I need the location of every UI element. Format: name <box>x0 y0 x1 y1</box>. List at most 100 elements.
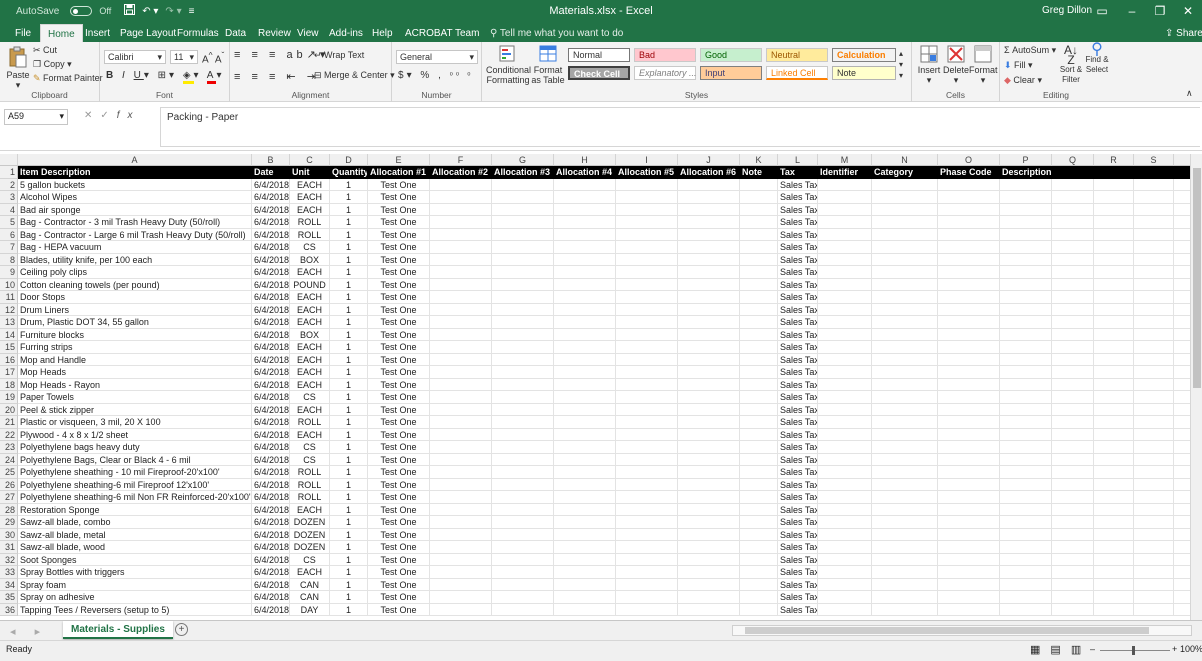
table-cell[interactable]: Peel & stick zipper <box>18 403 252 416</box>
table-cell[interactable]: EACH <box>290 503 330 516</box>
empty-cell[interactable] <box>872 528 938 541</box>
empty-cell[interactable] <box>740 516 778 529</box>
empty-cell[interactable] <box>430 541 492 554</box>
style-normal[interactable]: Normal <box>568 48 630 62</box>
header-cell[interactable]: Description <box>1000 166 1052 179</box>
table-cell[interactable]: 6/4/2018 <box>252 378 290 391</box>
empty-cell[interactable] <box>1094 403 1134 416</box>
table-cell[interactable]: Polyethylene bags heavy duty <box>18 441 252 454</box>
table-cell[interactable]: 1 <box>330 428 368 441</box>
empty-cell[interactable] <box>430 291 492 304</box>
row-header[interactable]: 7 <box>0 241 18 254</box>
table-cell[interactable]: 5 gallon buckets <box>18 178 252 191</box>
empty-cell[interactable] <box>1094 216 1134 229</box>
table-cell[interactable]: 1 <box>330 178 368 191</box>
empty-cell[interactable] <box>430 391 492 404</box>
table-cell[interactable]: Ceiling poly clips <box>18 266 252 279</box>
empty-cell[interactable] <box>938 428 1000 441</box>
row-header[interactable]: 29 <box>0 516 18 529</box>
empty-cell[interactable] <box>430 503 492 516</box>
empty-cell[interactable] <box>554 466 616 479</box>
empty-cell[interactable] <box>872 541 938 554</box>
table-cell[interactable]: Polyethylene sheathing - 10 mil Fireproo… <box>18 466 252 479</box>
empty-cell[interactable] <box>938 328 1000 341</box>
header-cell[interactable]: Allocation #1 <box>368 166 430 179</box>
empty-cell[interactable] <box>740 216 778 229</box>
align-horizontal-buttons[interactable]: ≡ ≡ ≡ ⇤ ⇥ <box>234 70 320 83</box>
empty-cell[interactable] <box>678 391 740 404</box>
empty-cell[interactable] <box>1174 391 1190 404</box>
empty-cell[interactable] <box>872 341 938 354</box>
empty-cell[interactable] <box>1094 278 1134 291</box>
empty-cell[interactable] <box>872 466 938 479</box>
table-cell[interactable]: Test One <box>368 591 430 604</box>
empty-cell[interactable] <box>818 466 872 479</box>
row-header[interactable]: 24 <box>0 453 18 466</box>
table-cell[interactable]: EACH <box>290 341 330 354</box>
vertical-scrollbar[interactable] <box>1190 154 1202 620</box>
empty-cell[interactable] <box>740 278 778 291</box>
empty-cell[interactable] <box>492 341 554 354</box>
empty-cell[interactable] <box>1134 391 1174 404</box>
empty-cell[interactable] <box>740 541 778 554</box>
empty-cell[interactable] <box>1134 266 1174 279</box>
column-header[interactable]: J <box>678 154 740 166</box>
empty-cell[interactable] <box>1000 178 1052 191</box>
table-cell[interactable]: Sales Tax <box>778 578 818 591</box>
table-cell[interactable]: Drum Liners <box>18 303 252 316</box>
empty-cell[interactable] <box>1174 604 1190 616</box>
header-cell[interactable]: Allocation #4 <box>554 166 616 179</box>
style-input[interactable]: Input <box>700 66 762 80</box>
empty-cell[interactable] <box>554 553 616 566</box>
empty-cell[interactable] <box>818 353 872 366</box>
tab-data[interactable]: Data <box>225 28 246 39</box>
empty-cell[interactable] <box>492 316 554 329</box>
table-cell[interactable]: 6/4/2018 <box>252 466 290 479</box>
table-cell[interactable]: DAY <box>290 603 330 616</box>
row-header[interactable]: 12 <box>0 303 18 316</box>
empty-cell[interactable] <box>678 553 740 566</box>
table-cell[interactable]: 1 <box>330 416 368 429</box>
table-cell[interactable]: 1 <box>330 253 368 266</box>
empty-cell[interactable] <box>872 278 938 291</box>
empty-cell[interactable] <box>872 516 938 529</box>
empty-cell[interactable] <box>1134 553 1174 566</box>
paste-button[interactable]: Paste ▾ <box>4 46 32 90</box>
empty-cell[interactable] <box>938 441 1000 454</box>
empty-cell[interactable] <box>1094 503 1134 516</box>
header-cell[interactable]: Item Description <box>18 166 252 179</box>
empty-cell[interactable] <box>430 578 492 591</box>
table-cell[interactable]: 1 <box>330 391 368 404</box>
table-cell[interactable]: Test One <box>368 241 430 254</box>
tab-help[interactable]: Help <box>372 28 393 39</box>
column-header[interactable]: O <box>938 154 1000 166</box>
empty-cell[interactable] <box>938 603 1000 616</box>
empty-cell[interactable] <box>678 178 740 191</box>
empty-cell[interactable] <box>1174 204 1190 216</box>
empty-cell[interactable] <box>1134 416 1174 429</box>
table-cell[interactable]: Test One <box>368 466 430 479</box>
row-header[interactable]: 25 <box>0 466 18 479</box>
empty-cell[interactable] <box>554 528 616 541</box>
empty-cell[interactable] <box>818 291 872 304</box>
column-header[interactable]: M <box>818 154 872 166</box>
empty-cell[interactable] <box>740 603 778 616</box>
empty-cell[interactable] <box>554 491 616 504</box>
empty-cell[interactable] <box>1052 491 1094 504</box>
empty-cell[interactable] <box>818 178 872 191</box>
empty-cell[interactable] <box>1174 429 1190 441</box>
table-cell[interactable]: Test One <box>368 353 430 366</box>
empty-cell[interactable] <box>818 316 872 329</box>
font-name-select[interactable]: Calibri ▾ <box>104 50 166 64</box>
empty-cell[interactable] <box>1000 566 1052 579</box>
empty-cell[interactable] <box>492 328 554 341</box>
empty-cell[interactable] <box>818 428 872 441</box>
empty-cell[interactable] <box>1052 241 1094 254</box>
empty-cell[interactable] <box>430 441 492 454</box>
empty-cell[interactable] <box>1094 241 1134 254</box>
table-cell[interactable]: 1 <box>330 591 368 604</box>
empty-cell[interactable] <box>1094 353 1134 366</box>
empty-cell[interactable] <box>1094 428 1134 441</box>
empty-cell[interactable] <box>1000 453 1052 466</box>
empty-cell[interactable] <box>740 203 778 216</box>
